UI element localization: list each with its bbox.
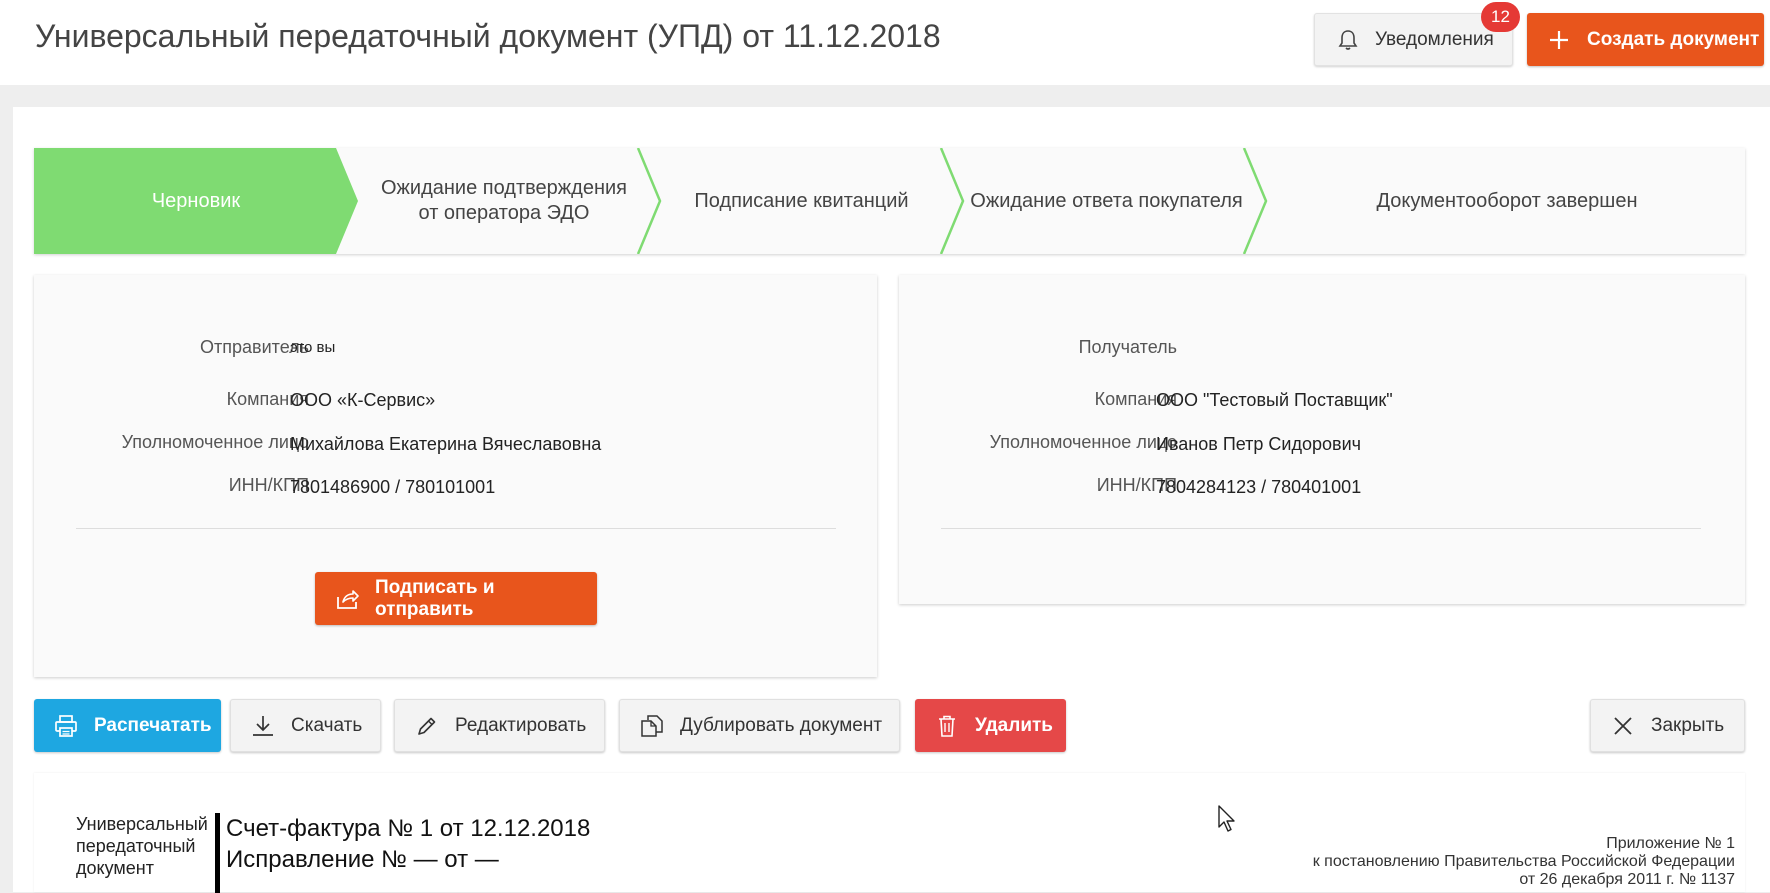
sender-divider [76,528,836,529]
close-icon [1611,714,1635,738]
status-stepper: Черновик Ожидание подтверждения от опера… [34,148,1745,254]
copy-icon [640,714,664,738]
step-awaiting-buyer: Ожидание ответа покупателя [970,189,1243,212]
recipient-card: Получатель Компания ООО "Тестовый Постав… [899,275,1745,604]
edit-label: Редактировать [455,714,587,736]
step-draft: Черновик [151,189,241,212]
sender-person-label: Уполномоченное лицо [121,432,309,452]
edit-button[interactable]: Редактировать [394,699,605,752]
close-label: Закрыть [1651,714,1725,736]
notifications-count-badge: 12 [1481,2,1520,32]
recipient-divider [941,528,1701,529]
step-operator-confirmation: Ожидание подтверждения от оператора ЭДО [380,177,627,224]
mouse-cursor-icon [1218,805,1238,838]
sign-and-send-button[interactable]: Подписать и отправить [315,572,597,625]
duplicate-document-button[interactable]: Дублировать документ [619,699,900,752]
bell-icon [1337,29,1359,51]
plus-icon [1547,28,1571,52]
trash-icon [935,714,959,738]
delete-label: Удалить [975,714,1053,736]
sender-inn: 7801486900 / 780101001 [290,477,496,497]
pencil-icon [415,714,439,738]
document-preview: Универсальный передаточный документ Счет… [34,773,1745,893]
share-icon [335,587,359,611]
download-label: Скачать [291,714,363,736]
invoice-line: Счет-фактура № 1 от 12.12.2018 [226,815,591,842]
recipient-heading-label: Получатель [1078,337,1177,357]
page-title: Универсальный передаточный документ (УПД… [35,18,941,54]
recipient-person: Иванов Петр Сидорович [1156,434,1362,454]
step-completed: Документооборот завершен [1376,189,1638,212]
invoice-header: Счет-фактура № 1 от 12.12.2018 Исправлен… [226,813,590,875]
delete-button[interactable]: Удалить [915,699,1066,752]
sender-heading-value: это вы [290,339,336,356]
recipient-person-label: Уполномоченное лицо [989,432,1177,452]
appendix-note: Приложение № 1 к постановлению Правитель… [1312,835,1735,888]
notifications-label: Уведомления [1375,28,1494,50]
top-bar: Универсальный передаточный документ (УПД… [0,0,1770,85]
create-document-label: Создать документ [1587,28,1760,50]
sign-and-send-label: Подписать и отправить [375,576,495,620]
download-button[interactable]: Скачать [230,699,381,752]
correction-line: Исправление № — от — [226,846,499,873]
print-label: Распечатать [94,714,212,736]
document-type: Универсальный передаточный документ [76,814,208,878]
download-icon [251,714,275,738]
step-signing-receipts: Подписание квитанций [694,189,909,212]
close-button[interactable]: Закрыть [1590,699,1745,752]
duplicate-document-label: Дублировать документ [680,714,883,736]
create-document-button[interactable]: Создать документ [1527,13,1764,66]
printer-icon [54,714,78,738]
recipient-inn: 7804284123 / 780401001 [1156,477,1362,497]
sender-person: Михайлова Екатерина Вячеславовна [290,434,602,454]
sender-card: Отправитель это вы Компания ООО «К-Серви… [34,275,877,677]
document-type-divider [215,813,220,893]
recipient-company: ООО "Тестовый Поставщик" [1156,390,1393,410]
print-button[interactable]: Распечатать [34,699,221,752]
sender-company: ООО «К-Сервис» [290,390,436,410]
